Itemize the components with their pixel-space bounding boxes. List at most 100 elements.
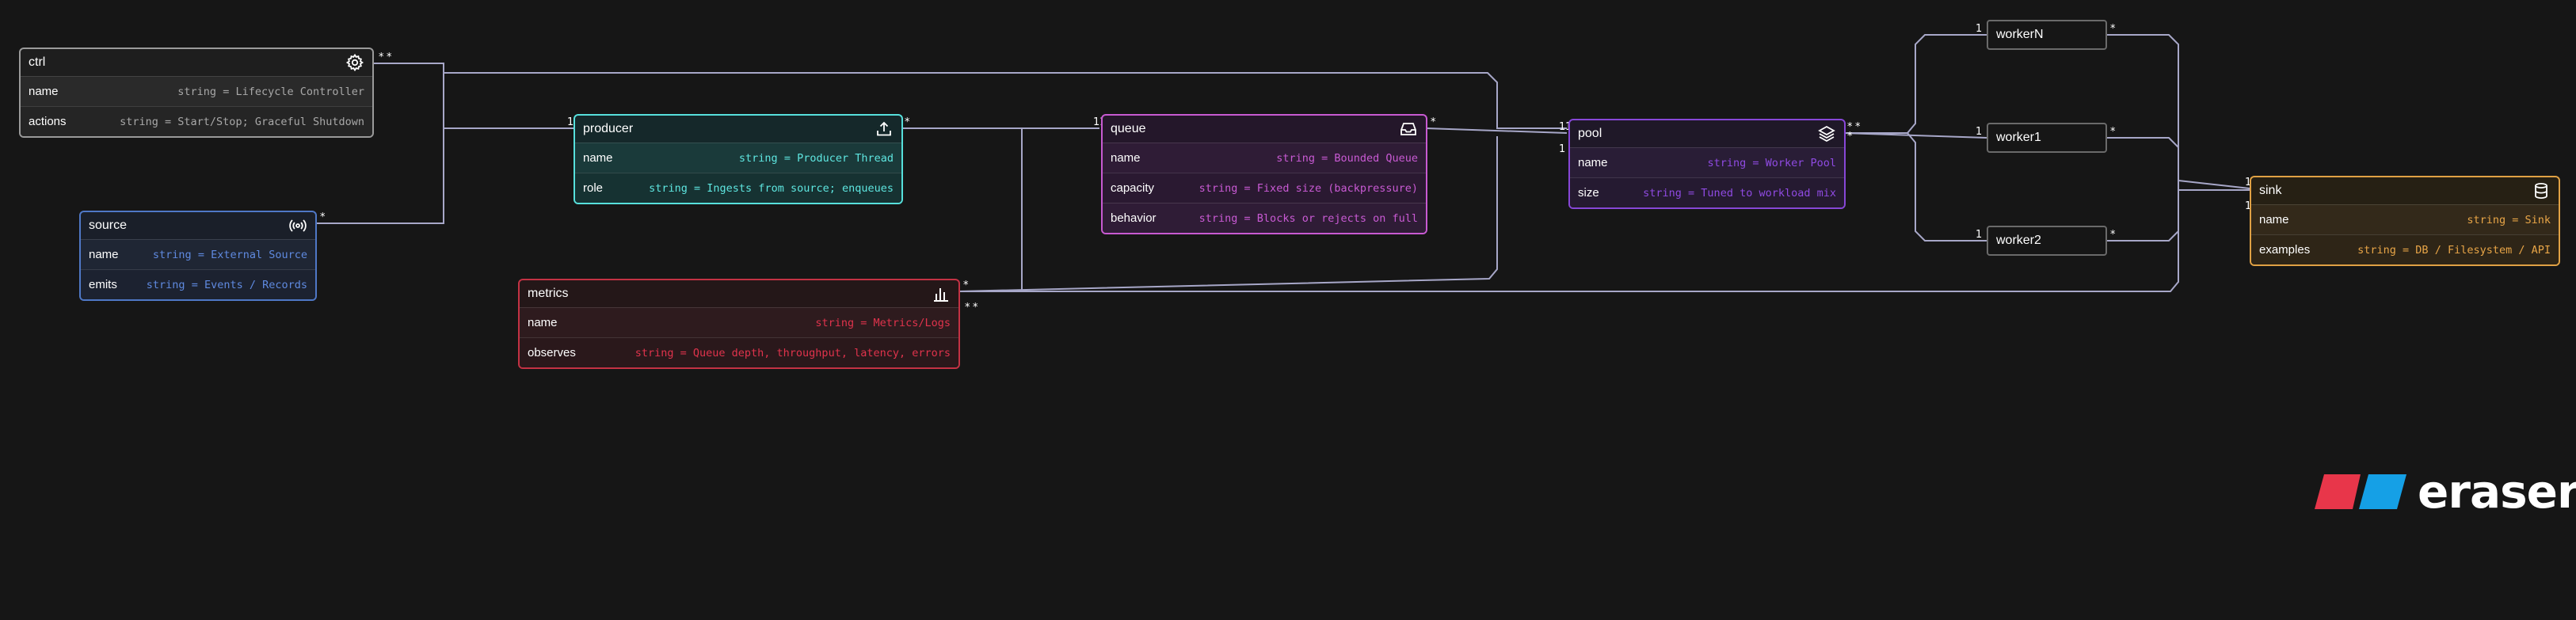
edge-worker1-sink: [2107, 137, 2179, 190]
field-name: name: [89, 248, 119, 261]
card-queue-star: *: [1431, 116, 1436, 128]
entity-producer[interactable]: producer name string = Producer Thread r…: [574, 114, 903, 204]
entity-sink-title: sink: [2259, 184, 2282, 197]
card-worker2-star: *: [2110, 229, 2116, 241]
field-name: name: [1578, 156, 1608, 169]
inbox-icon: [1399, 120, 1418, 139]
entity-queue-title: queue: [1111, 122, 1146, 135]
card-worker1-one: 1: [1976, 126, 1982, 138]
card-pool-star3: *: [1847, 131, 1853, 143]
entity-pool-header[interactable]: pool: [1570, 120, 1844, 147]
entity-queue-field: capacity string = Fixed size (backpressu…: [1103, 173, 1426, 203]
field-name: capacity: [1111, 181, 1155, 195]
entity-producer-header[interactable]: producer: [575, 116, 901, 143]
card-metrics-star3: *: [973, 302, 978, 314]
entity-ctrl-title: ctrl: [29, 55, 46, 69]
card-pool-star1: *: [1847, 121, 1853, 133]
entity-producer-title: producer: [583, 122, 634, 135]
entity-worker2-title: worker2: [1996, 234, 2041, 247]
entity-queue[interactable]: queue name string = Bounded Queue capaci…: [1101, 114, 1427, 234]
field-type: string = External Source: [152, 248, 307, 261]
gear-icon: [345, 53, 364, 72]
entity-source[interactable]: source name string = External Source emi…: [79, 211, 317, 301]
relationship-lines: * * 1 1 * * 1 1 * * * * 1 1 1 * * * 1 * …: [315, 23, 2258, 314]
card-worker2-one: 1: [1976, 229, 1982, 241]
eraser-logo: eraser: [2313, 465, 2576, 519]
edge-ctrl-producer: [372, 63, 575, 129]
field-name: behavior: [1111, 211, 1157, 225]
field-name: emits: [89, 278, 117, 291]
field-type: string = Queue depth, throughput, latenc…: [634, 346, 951, 359]
layers-icon: [1817, 124, 1836, 143]
entity-producer-field: role string = Ingests from source; enque…: [575, 173, 901, 203]
field-name: name: [2259, 213, 2289, 226]
entity-source-field: name string = External Source: [81, 239, 315, 269]
entity-ctrl-field: actions string = Start/Stop; Graceful Sh…: [21, 106, 372, 136]
field-type: string = Sink: [2467, 213, 2551, 226]
field-name: name: [528, 316, 558, 329]
card-metrics-star2: *: [965, 302, 970, 314]
field-name: name: [583, 151, 613, 165]
database-icon: [2532, 181, 2551, 200]
card-workerN-one: 1: [1976, 23, 1982, 35]
card-worker1-star: *: [2110, 126, 2116, 138]
upload-icon: [875, 120, 894, 139]
card-queue-one1: 1: [1093, 116, 1099, 128]
entity-ctrl-field: name string = Lifecycle Controller: [21, 76, 372, 106]
field-type: string = Lifecycle Controller: [177, 85, 364, 98]
bar-chart-icon: [932, 284, 951, 303]
card-source-star: *: [320, 211, 326, 223]
field-name: size: [1578, 186, 1599, 200]
entity-source-title: source: [89, 219, 128, 232]
field-name: actions: [29, 115, 67, 128]
entity-pool[interactable]: pool name string = Worker Pool size stri…: [1568, 119, 1846, 209]
field-type: string = Tuned to workload mix: [1643, 186, 1836, 200]
entity-queue-header[interactable]: queue: [1103, 116, 1426, 143]
entity-metrics-header[interactable]: metrics: [520, 280, 958, 307]
edge-source-producer: [315, 128, 444, 224]
field-type: string = DB / Filesystem / API: [2357, 243, 2551, 257]
card-pool-one1: 1: [1559, 121, 1565, 133]
entity-sink-header[interactable]: sink: [2251, 177, 2559, 204]
entity-producer-field: name string = Producer Thread: [575, 143, 901, 173]
card-ctrl-star2: *: [387, 51, 392, 63]
card-producer-star: *: [905, 116, 910, 128]
entity-pool-field: size string = Tuned to workload mix: [1570, 177, 1844, 207]
entity-pool-field: name string = Worker Pool: [1570, 147, 1844, 177]
eraser-logo-text: eraser: [2418, 465, 2576, 519]
entity-sink-field: examples string = DB / Filesystem / API: [2251, 234, 2559, 264]
entity-source-header[interactable]: source: [81, 212, 315, 239]
entity-pool-title: pool: [1578, 127, 1602, 140]
entity-queue-field: name string = Bounded Queue: [1103, 143, 1426, 173]
card-metrics-star1: *: [963, 280, 969, 291]
card-workerN-star: *: [2110, 23, 2116, 35]
entity-worker1[interactable]: worker1: [1987, 123, 2107, 153]
field-type: string = Bounded Queue: [1276, 151, 1418, 165]
edge-pool-worker1: [1843, 132, 1987, 139]
card-pool-star2: *: [1855, 121, 1861, 133]
edge-worker2-sink: [2107, 190, 2179, 242]
field-name: observes: [528, 346, 576, 359]
entity-worker1-title: worker1: [1996, 131, 2041, 144]
field-name: role: [583, 181, 604, 195]
entity-worker2[interactable]: worker2: [1987, 226, 2107, 256]
entity-metrics-field: name string = Metrics/Logs: [520, 307, 958, 337]
entity-queue-field: behavior string = Blocks or rejects on f…: [1103, 203, 1426, 233]
field-name: examples: [2259, 243, 2311, 257]
field-type: string = Worker Pool: [1707, 156, 1836, 169]
entity-workerN[interactable]: workerN: [1987, 20, 2107, 50]
field-name: name: [29, 85, 59, 98]
entity-ctrl[interactable]: ctrl name string = Lifecycle Controller …: [19, 48, 374, 138]
field-type: string = Ingests from source; enqueues: [649, 181, 894, 195]
field-type: string = Start/Stop; Graceful Shutdown: [120, 115, 364, 128]
entity-sink[interactable]: sink name string = Sink examples string …: [2250, 176, 2560, 266]
entity-metrics[interactable]: metrics name string = Metrics/Logs obser…: [518, 279, 960, 369]
entity-ctrl-header[interactable]: ctrl: [21, 49, 372, 76]
field-type: string = Producer Thread: [738, 151, 894, 165]
entity-sink-field: name string = Sink: [2251, 204, 2559, 234]
card-pool-one3: 1: [1559, 143, 1565, 155]
eraser-logo-mark: [2315, 474, 2406, 509]
edge-pool-worker2: [1844, 132, 1987, 242]
broadcast-icon: [288, 216, 307, 235]
field-type: string = Fixed size (backpressure): [1198, 181, 1418, 195]
